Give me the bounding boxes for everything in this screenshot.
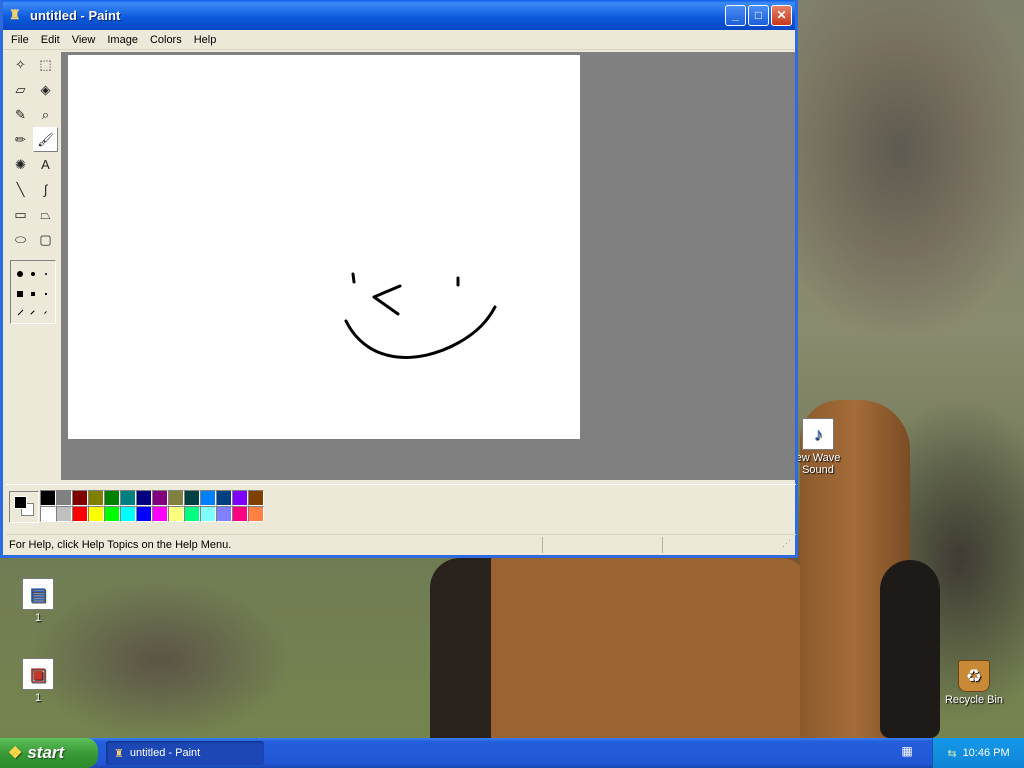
window-title: untitled - Paint (30, 7, 121, 23)
color-swatches (40, 490, 264, 522)
color-swatch[interactable] (56, 490, 72, 506)
canvas-drawing (344, 272, 497, 359)
color-swatch[interactable] (168, 490, 184, 506)
drawing-smile-nose (372, 284, 402, 316)
desktop-icon-label: 1 (34, 612, 42, 624)
taskbar-item-label: untitled - Paint (129, 747, 201, 759)
desktop-icon-label: Recycle Bin (944, 694, 1004, 706)
drawing-canvas[interactable] (68, 55, 580, 439)
menu-image[interactable]: Image (101, 34, 144, 46)
network-icon[interactable]: ⇆ (947, 747, 956, 760)
desktop-icon-label: 1 (34, 692, 42, 704)
color-swatch[interactable] (136, 506, 152, 522)
magnifier-icon[interactable]: ⌕ (33, 102, 58, 127)
taskbar: ❖ start ♜ untitled - Paint ▦ ⇆ 10:46 PM (0, 738, 1024, 768)
drawing-smile-mouth (344, 305, 497, 359)
windows-logo-icon: ❖ (8, 745, 23, 762)
presentation-icon: ▣ (22, 658, 54, 690)
close-button[interactable]: ✕ (771, 4, 792, 26)
desktop-icon-recycle-bin[interactable]: ♻ Recycle Bin (934, 660, 1014, 706)
color-swatch[interactable] (248, 506, 264, 522)
color-swatch[interactable] (104, 506, 120, 522)
current-colors (9, 491, 39, 523)
color-swatch[interactable] (40, 506, 56, 522)
rounded-rectangle-icon[interactable]: ▢ (33, 227, 58, 252)
ellipse-icon[interactable]: ⬭ (8, 227, 33, 252)
status-cursor-position (542, 536, 662, 553)
resize-grip-icon[interactable]: ⋰ (782, 538, 796, 552)
menu-colors[interactable]: Colors (144, 34, 188, 46)
rectangle-icon[interactable]: ▭ (8, 202, 33, 227)
menu-view[interactable]: View (66, 34, 102, 46)
menu-bar: File Edit View Image Colors Help (3, 30, 795, 50)
recycle-bin-icon: ♻ (958, 660, 990, 692)
curve-icon[interactable]: ∫ (33, 177, 58, 202)
airbrush-icon[interactable]: ✺ (8, 152, 33, 177)
color-swatch[interactable] (184, 490, 200, 506)
minimize-button[interactable]: _ (725, 4, 746, 26)
status-bar: For Help, click Help Topics on the Help … (6, 534, 796, 554)
title-bar[interactable]: ♜ untitled - Paint _ □ ✕ (3, 0, 795, 30)
pencil-icon[interactable]: ✏ (8, 127, 33, 152)
color-swatch[interactable] (152, 506, 168, 522)
brush-shape-options[interactable] (10, 260, 56, 324)
color-swatch[interactable] (120, 506, 136, 522)
fill-icon[interactable]: ◈ (33, 77, 58, 102)
maximize-button[interactable]: □ (748, 4, 769, 26)
color-swatch[interactable] (216, 506, 232, 522)
color-swatch[interactable] (152, 490, 168, 506)
desktop-icon-document-2[interactable]: ▣ 1 (0, 658, 78, 704)
status-help-text: For Help, click Help Topics on the Help … (9, 538, 232, 551)
paint-app-icon: ♜ (9, 7, 21, 22)
wallpaper-horse-tail (880, 560, 940, 738)
line-icon[interactable]: ╲ (8, 177, 33, 202)
color-swatch[interactable] (216, 490, 232, 506)
brush-icon[interactable]: 🖌 (33, 127, 58, 152)
free-form-select-icon[interactable]: ✧ (8, 52, 33, 77)
menu-help[interactable]: Help (188, 34, 223, 46)
color-swatch[interactable] (248, 490, 264, 506)
menu-file[interactable]: File (5, 34, 35, 46)
color-swatch[interactable] (120, 490, 136, 506)
tool-grid: ✧ ⬚ ▱ ◈ ✎ ⌕ ✏ 🖌 ✺ A ╲ ∫ ▭ ⏢ ⬭ ▢ (6, 52, 60, 252)
paint-window: ♜ untitled - Paint _ □ ✕ File Edit View … (0, 0, 798, 558)
wave-file-icon: ♪ (802, 418, 834, 450)
color-swatch[interactable] (184, 506, 200, 522)
color-swatch[interactable] (136, 490, 152, 506)
color-swatch[interactable] (232, 506, 248, 522)
wallpaper-horse-lower (430, 558, 810, 738)
color-swatch[interactable] (200, 490, 216, 506)
color-swatch[interactable] (88, 490, 104, 506)
drawing-smile-left-eye (351, 272, 356, 284)
color-swatch[interactable] (72, 490, 88, 506)
color-swatch[interactable] (88, 506, 104, 522)
color-swatch[interactable] (104, 490, 120, 506)
color-swatch[interactable] (168, 506, 184, 522)
text-icon[interactable]: A (33, 152, 58, 177)
color-palette-area (6, 484, 796, 528)
toolbox: ✧ ⬚ ▱ ◈ ✎ ⌕ ✏ 🖌 ✺ A ╲ ∫ ▭ ⏢ ⬭ ▢ (6, 52, 60, 324)
foreground-color (14, 496, 27, 509)
system-tray: ⇆ 10:46 PM (932, 738, 1024, 768)
start-label: start (27, 743, 65, 762)
color-swatch[interactable] (40, 490, 56, 506)
pick-color-icon[interactable]: ✎ (8, 102, 33, 127)
drawing-workspace[interactable] (61, 52, 795, 480)
color-swatch[interactable] (72, 506, 88, 522)
eraser-icon[interactable]: ▱ (8, 77, 33, 102)
document-icon: ▤ (22, 578, 54, 610)
polygon-icon[interactable]: ⏢ (33, 202, 58, 227)
taskbar-item-paint[interactable]: ♜ untitled - Paint (106, 741, 264, 765)
start-button[interactable]: ❖ start (0, 738, 98, 768)
color-swatch[interactable] (232, 490, 248, 506)
menu-edit[interactable]: Edit (35, 34, 66, 46)
select-icon[interactable]: ⬚ (33, 52, 58, 77)
desktop-icon-document-1[interactable]: ▤ 1 (0, 578, 78, 624)
color-swatch[interactable] (56, 506, 72, 522)
keyboard-layout-icon[interactable]: ▦ (898, 744, 916, 762)
clock[interactable]: 10:46 PM (963, 747, 1010, 759)
status-selection-size (662, 536, 782, 553)
paint-app-icon: ♜ (114, 747, 124, 760)
color-swatch[interactable] (200, 506, 216, 522)
